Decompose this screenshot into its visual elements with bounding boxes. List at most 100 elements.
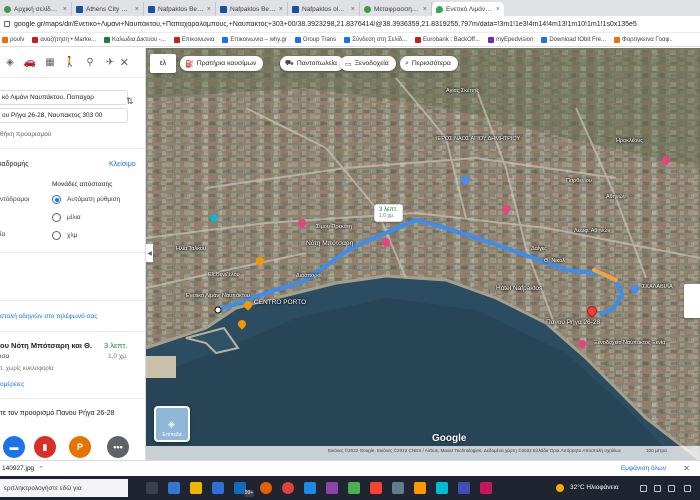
poi-label[interactable]: CENTRO PORTO (254, 299, 306, 306)
browser-tab[interactable]: Ενετικό Λιμάνι Ναυ× (432, 2, 504, 16)
download-file-name[interactable]: 140927.jpg (0, 465, 34, 472)
units-km-radio[interactable] (52, 231, 61, 240)
sun-icon[interactable] (556, 484, 564, 492)
units-auto-radio[interactable] (52, 195, 61, 204)
notification-icon[interactable] (684, 485, 691, 492)
chrome-icon[interactable] (282, 482, 294, 494)
url-text[interactable]: google.gr/maps/dir/Ενετικό+Λιμάνι+Ναυπάκ… (14, 21, 637, 28)
poi-label[interactable]: Hotel Nafpaktos (496, 285, 542, 292)
nearby-category-parking[interactable]: PΧώροι στάθμευσης (66, 436, 94, 460)
layers-button[interactable]: ◈ Επίπεδα (154, 406, 190, 442)
language-button[interactable]: ελ (150, 54, 176, 73)
app-icon[interactable] (326, 482, 338, 494)
browser-tab[interactable]: Athens City Center H× (72, 2, 144, 16)
store-icon[interactable] (212, 482, 224, 494)
map-filter-chip[interactable]: ⛽ Πρατήρια καυσίμων (180, 56, 264, 71)
app-icon[interactable] (414, 482, 426, 494)
origin-input[interactable]: κό Λιμάνι Ναυπάκτου, Παπαχαρ (0, 90, 128, 105)
transit-icon[interactable]: ▦ (40, 53, 60, 73)
app-icon[interactable] (370, 482, 382, 494)
nearby-category-hotel[interactable]: ▬ενοδοχεία (0, 436, 28, 460)
swap-icon[interactable]: ⇅ (126, 96, 134, 107)
mail-badge: 99+ (244, 490, 254, 497)
close-icon[interactable]: × (496, 6, 500, 13)
close-icon[interactable]: ✕ (120, 56, 129, 69)
nearby-category-fuel[interactable]: ▮Βενζινάδικα (31, 436, 59, 460)
show-all-downloads-link[interactable]: Εμφάνιση όλων (621, 465, 666, 472)
bookmark-item[interactable]: Group Trans (294, 36, 336, 43)
bookmark-item[interactable]: Φορτιγκεινα Γοαφ.. (614, 36, 673, 43)
map-filter-chip[interactable]: ⌕ Περισσότερα (400, 56, 458, 71)
poi-label[interactable]: Ξενοδοχείο Ναύπακτος Ξενία (594, 340, 665, 346)
satellite-map[interactable]: ελ ⛽ Πρατήρια καυσίμων ⛟ Παντοπωλεία ▭ Ξενοδο… (146, 48, 700, 460)
app-icon[interactable] (458, 482, 470, 494)
route-details-link[interactable]: ομέρειες (0, 381, 24, 388)
tray-icon[interactable] (654, 485, 661, 492)
flight-icon[interactable]: ✈ (100, 53, 120, 73)
app-icon[interactable] (436, 482, 448, 494)
bookmark-item[interactable]: Eurobank : BackOff... (415, 36, 480, 43)
bookmark-favicon-icon (487, 36, 494, 43)
browser-tab[interactable]: Μεταφρασση Google× (360, 2, 432, 16)
close-icon[interactable]: × (423, 6, 427, 13)
best-mode-icon[interactable]: ◈ (0, 53, 20, 73)
app-icon[interactable] (392, 482, 404, 494)
edge-icon[interactable] (168, 482, 180, 494)
close-icon[interactable]: × (279, 6, 283, 13)
close-icon[interactable]: × (207, 6, 211, 13)
weather-text[interactable]: 32°C Ηλιοφάνεια (570, 484, 619, 491)
units-miles-radio[interactable] (52, 213, 61, 222)
task-view-icon[interactable] (146, 482, 158, 494)
app-icon[interactable] (348, 482, 360, 494)
destination-label[interactable]: Πανου Ρήγα 26-28 (546, 319, 600, 326)
browser-tab[interactable]: Nafpaktos old town× (288, 2, 360, 16)
nearby-category-more[interactable]: •••Περισσότερα (104, 436, 132, 460)
send-to-phone-link[interactable]: στολή οδηγιών στο τηλέφωνό σας (0, 313, 97, 320)
zoom-control[interactable] (684, 284, 700, 318)
walk-icon[interactable]: 🚶 (60, 53, 80, 73)
app-icon[interactable] (304, 482, 316, 494)
bookmark-item[interactable]: Επικοινωνια – why.gr (222, 36, 287, 43)
browser-tab[interactable]: Αρχική σελίδα σμάλ× (0, 2, 72, 16)
bookmark-item[interactable]: Σύνδεση στη Σελίδ... (344, 36, 407, 43)
tray-icon[interactable] (640, 485, 647, 492)
map-imagery[interactable] (146, 48, 700, 460)
address-bar[interactable]: google.gr/maps/dir/Ενετικό+Λιμάνι+Ναυπάκ… (0, 16, 700, 33)
poi-label[interactable]: ΣΚΑΛΑΒΙΛΑ (642, 284, 673, 290)
collapse-panel-button[interactable]: ◀ (146, 244, 153, 262)
file-explorer-icon[interactable] (190, 482, 202, 494)
bookmark-item[interactable]: Download IObit Fre... (541, 36, 606, 43)
destination-input[interactable]: ου Ρήγα 26-28, Ναυπακτος 303 00 (0, 108, 128, 123)
bookmark-item[interactable]: myEpedvision (487, 36, 533, 43)
map-scale[interactable]: 100 μέτρα (646, 448, 667, 453)
add-destination-link[interactable]: θήκη προορισμού (0, 131, 51, 138)
close-icon[interactable]: × (135, 6, 139, 13)
bookmark-item[interactable]: Καλωδια Δικτυου -... (104, 36, 166, 43)
route-name[interactable]: ου Νότη Μπότσαρη και Θ. (0, 341, 92, 350)
route-time-bubble[interactable]: 3 λεπτ. 1,0 χμ. (374, 204, 403, 222)
avoid-ferries-option[interactable]: ία (0, 231, 5, 238)
poi-label[interactable]: ΙΕΡΟΣ ΝΑΟΣ ΑΓΙΟΥ ΔΗΜΗΤΡΙΟΥ (436, 136, 520, 142)
app-icon[interactable] (480, 482, 492, 494)
map-filter-chip[interactable]: ▭ Ξενοδοχεία (340, 56, 396, 71)
bike-icon[interactable]: ⚲ (80, 53, 100, 73)
fuel-icon: ▮ (34, 436, 56, 458)
close-icon[interactable]: × (351, 6, 355, 13)
browser-tab[interactable]: Nafpaktos Beach Ho× (144, 2, 216, 16)
map-filter-chip[interactable]: ⛟ Παντοπωλεία (280, 56, 344, 71)
avoid-highways-option[interactable]: ντόδρομοι (0, 196, 29, 203)
close-icon[interactable]: ✕ (683, 464, 690, 473)
firefox-icon[interactable] (260, 482, 272, 494)
options-close-link[interactable]: Κλείσιμο (109, 161, 136, 168)
tray-icon[interactable] (668, 485, 675, 492)
car-icon[interactable]: 🚗 (20, 53, 40, 73)
poi-label[interactable]: Ενετικό Λιμάνι Ναυπάκτου (186, 293, 250, 299)
chevron-up-icon[interactable]: ⌃ (38, 465, 44, 473)
close-icon[interactable]: × (63, 6, 67, 13)
bookmark-item[interactable]: Επικοινωνια (173, 36, 214, 43)
map-pin[interactable] (210, 214, 218, 222)
bookmark-item[interactable]: ρουίν (2, 36, 24, 43)
browser-tab[interactable]: Nafpaktos Beach Ho× (216, 2, 288, 16)
bookmark-item[interactable]: αναζήτηση • Marke... (32, 36, 96, 43)
taskbar-search[interactable]: ερπληκτρολογήστε εδώ για (0, 479, 128, 497)
